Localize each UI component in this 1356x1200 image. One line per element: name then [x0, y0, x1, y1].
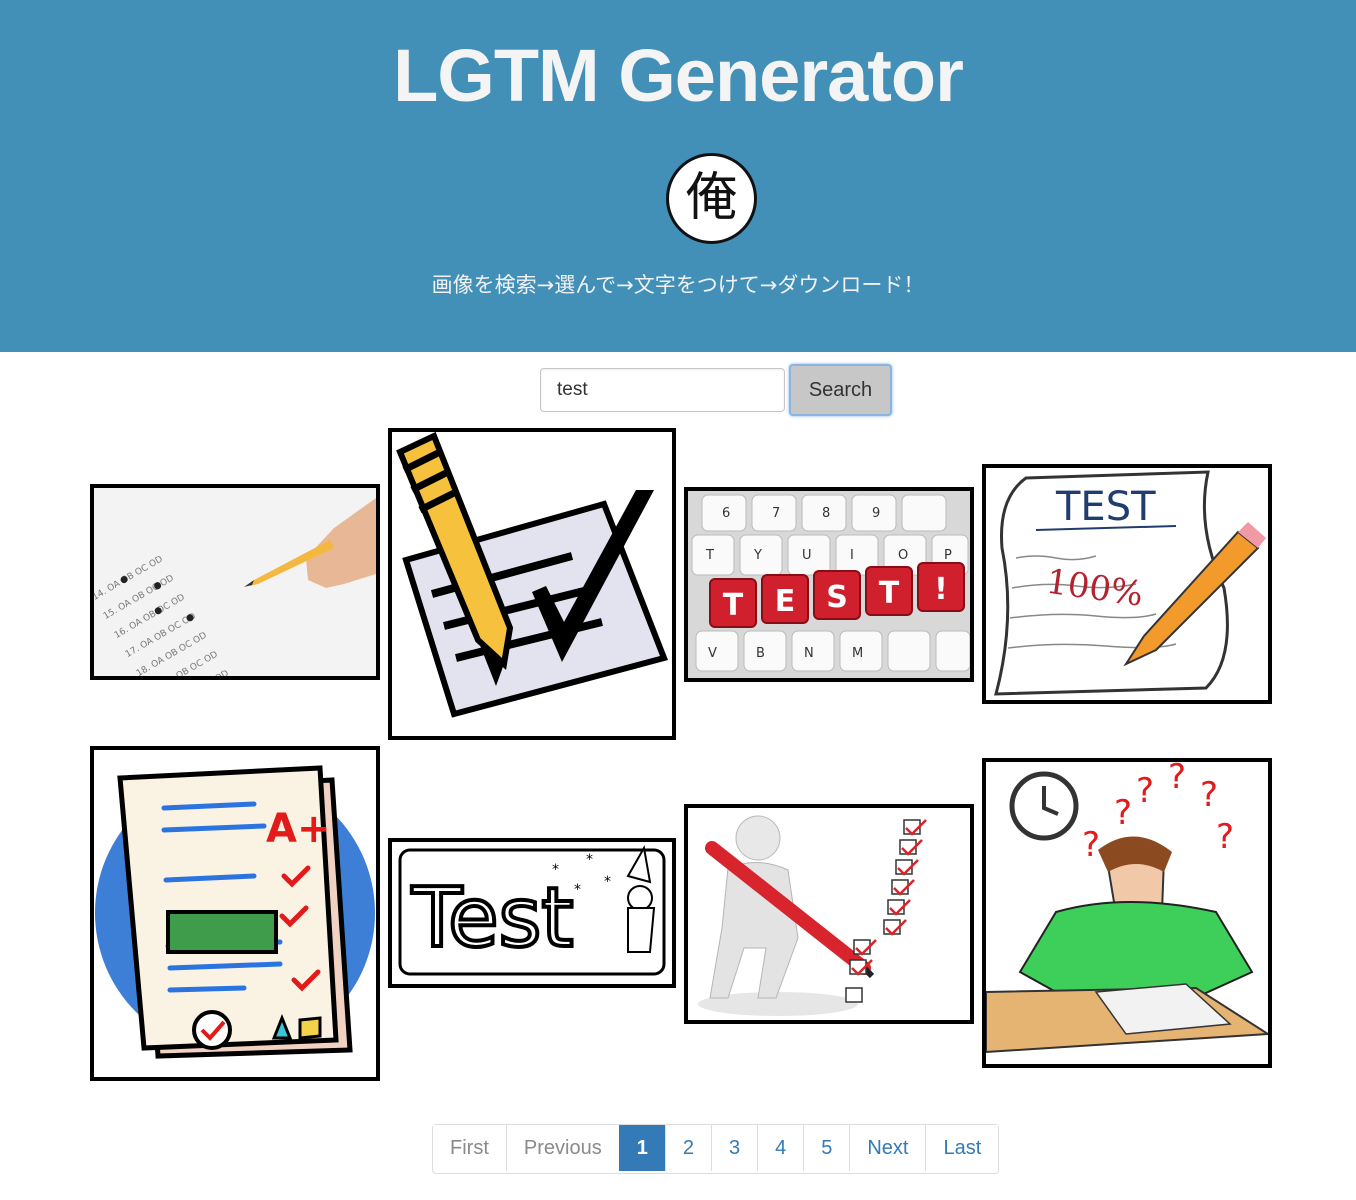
svg-text:E: E	[775, 584, 796, 619]
svg-text:*: *	[574, 882, 581, 898]
result-image-7[interactable]	[684, 804, 974, 1024]
result-image-2[interactable]	[388, 428, 676, 740]
search-input[interactable]	[540, 368, 785, 412]
checklist-figure-illustration	[688, 808, 970, 1020]
svg-text:?: ?	[1114, 793, 1132, 833]
svg-text:?: ?	[1200, 775, 1218, 815]
result-image-8[interactable]: ??? ???	[982, 758, 1272, 1068]
page-2-button[interactable]: 2	[664, 1125, 711, 1171]
svg-text:TEST: TEST	[1055, 484, 1156, 530]
page-next-button[interactable]: Next	[849, 1125, 926, 1171]
svg-text:A+: A+	[266, 806, 330, 852]
graded-paper-illustration: A+	[94, 750, 376, 1077]
svg-text:!: !	[934, 572, 948, 607]
svg-text:?: ?	[1082, 825, 1100, 865]
page-4-button[interactable]: 4	[757, 1125, 804, 1171]
svg-text:I: I	[850, 548, 854, 563]
page-5-button[interactable]: 5	[803, 1125, 850, 1171]
page-header: LGTM Generator 俺 画像を検索→選んで→文字をつけて→ダウンロード…	[0, 0, 1356, 352]
svg-text:?: ?	[1168, 762, 1186, 797]
svg-text:U: U	[802, 548, 812, 563]
svg-text:8: 8	[822, 506, 830, 521]
result-image-6[interactable]: Test * * * *	[388, 838, 676, 988]
svg-text:S: S	[826, 580, 848, 615]
result-image-5[interactable]: A+	[90, 746, 380, 1081]
thinking-student-illustration: ??? ???	[986, 762, 1268, 1064]
svg-text:P: P	[944, 548, 952, 563]
test-sign-illustration: Test * * * *	[392, 842, 672, 984]
search-button[interactable]: Search	[789, 364, 892, 416]
svg-text:V: V	[708, 646, 717, 661]
svg-text:T: T	[723, 588, 744, 623]
svg-text:Y: Y	[753, 548, 762, 563]
svg-text:Test: Test	[411, 871, 573, 966]
keyboard-illustration: 6 7 8 9 T Y U I O P V B N M T E S T !	[688, 491, 970, 678]
svg-text:T: T	[879, 576, 900, 611]
tagline: 画像を検索→選んで→文字をつけて→ダウンロード！	[431, 273, 925, 297]
pagination: First Previous 1 2 3 4 5 Next Last	[432, 1124, 1000, 1174]
page-first-button[interactable]: First	[433, 1125, 506, 1171]
svg-text:B: B	[756, 646, 765, 661]
svg-text:*: *	[586, 852, 593, 868]
svg-text:*: *	[604, 874, 611, 890]
svg-text:N: N	[804, 646, 814, 661]
svg-text:M: M	[852, 646, 863, 661]
page-last-button[interactable]: Last	[925, 1125, 999, 1171]
page-previous-button[interactable]: Previous	[505, 1125, 619, 1171]
page-3-button[interactable]: 3	[710, 1125, 758, 1171]
test-paper-illustration: TEST 100%	[986, 468, 1268, 700]
result-image-1[interactable]: 14. OA OB OC OD 15. OA OB OC OD 16. OA O…	[90, 484, 380, 680]
svg-text:?: ?	[1216, 817, 1234, 857]
app-title: LGTM Generator	[393, 34, 964, 117]
svg-text:?: ?	[1136, 771, 1154, 811]
pencil-checkmark-illustration	[392, 432, 672, 736]
svg-text:6: 6	[722, 506, 730, 521]
svg-text:*: *	[552, 862, 559, 878]
svg-text:9: 9	[872, 506, 880, 521]
answer-sheet-illustration: 14. OA OB OC OD 15. OA OB OC OD 16. OA O…	[94, 488, 376, 676]
logo-icon: 俺	[666, 153, 757, 244]
page-1-button[interactable]: 1	[618, 1125, 665, 1171]
svg-text:O: O	[898, 548, 908, 563]
svg-text:T: T	[705, 548, 714, 563]
result-image-4[interactable]: TEST 100%	[982, 464, 1272, 704]
result-image-3[interactable]: 6 7 8 9 T Y U I O P V B N M T E S T !	[684, 487, 974, 682]
svg-text:7: 7	[772, 506, 780, 521]
